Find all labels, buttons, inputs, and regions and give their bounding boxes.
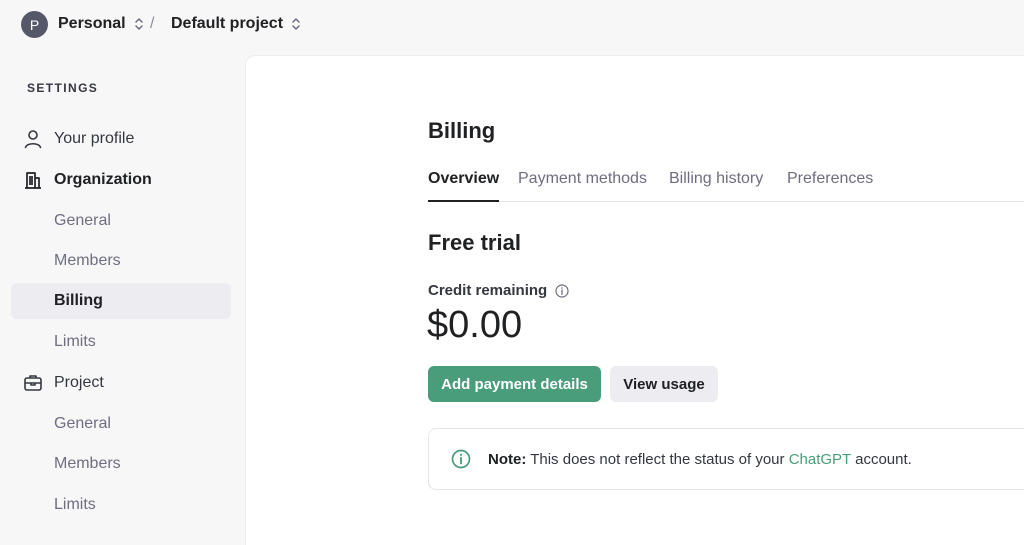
project-switcher[interactable]: Default project <box>171 15 301 33</box>
sidebar-item-label: General <box>54 415 111 432</box>
tab-billing-history[interactable]: Billing history <box>669 170 763 202</box>
chatgpt-link[interactable]: ChatGPT <box>789 451 851 468</box>
sidebar-item-organization[interactable]: Organization <box>11 162 231 198</box>
sidebar-item-your-profile[interactable]: Your profile <box>11 121 231 157</box>
credit-value: $0.00 <box>427 304 523 346</box>
sidebar-item-label: Limits <box>54 496 96 513</box>
tab-overview[interactable]: Overview <box>428 170 500 202</box>
person-icon <box>24 130 42 149</box>
note-prefix: Note: <box>488 451 527 468</box>
chevron-up-down-icon <box>134 18 143 30</box>
sidebar-item-label: Project <box>54 374 104 391</box>
sidebar-item-billing[interactable]: Billing <box>11 283 231 319</box>
sidebar-item-label: Billing <box>54 292 103 309</box>
chevron-up-down-icon <box>292 18 300 30</box>
view-usage-button[interactable]: View usage <box>610 366 718 402</box>
page-title: Billing <box>428 118 496 143</box>
sidebar-item-label: Members <box>54 252 121 269</box>
top-bar: P Personal / Default project <box>0 0 1024 52</box>
breadcrumb-separator: / <box>150 15 155 32</box>
sidebar-heading: SETTINGS <box>27 81 99 95</box>
sidebar-item-label: Limits <box>54 333 96 350</box>
note-box: Note: This does not reflect the status o… <box>428 428 1024 490</box>
credit-label-row: Credit remaining <box>428 282 569 299</box>
sidebar-item-project[interactable]: Project <box>11 365 231 401</box>
sidebar-item-project-general[interactable]: General <box>11 406 231 442</box>
note-text: Note: This does not reflect the status o… <box>488 451 912 468</box>
org-switcher[interactable]: Personal <box>58 15 144 33</box>
sidebar-item-label: Your profile <box>54 130 135 147</box>
info-icon[interactable] <box>555 283 569 298</box>
project-name: Default project <box>171 15 284 32</box>
sidebar-item-org-limits[interactable]: Limits <box>11 324 231 360</box>
tab-preferences[interactable]: Preferences <box>787 170 873 202</box>
org-name: Personal <box>58 15 126 32</box>
sidebar-item-label: Organization <box>54 171 152 188</box>
note-suffix: account. <box>850 451 912 468</box>
note-body: This does not reflect the status of your <box>526 451 789 468</box>
sidebar-item-org-general[interactable]: General <box>11 203 231 239</box>
plan-title: Free trial <box>428 230 521 255</box>
info-icon <box>451 449 471 469</box>
sidebar-item-label: Members <box>54 455 121 472</box>
sidebar-item-project-limits[interactable]: Limits <box>11 487 231 523</box>
credit-label: Credit remaining <box>428 282 548 299</box>
tab-payment-methods[interactable]: Payment methods <box>518 170 647 202</box>
billing-tabs: Overview Payment methods Billing history… <box>428 164 1024 202</box>
sidebar-item-label: General <box>54 212 111 229</box>
settings-sidebar: SETTINGS Your profile Organization Gener… <box>0 52 244 531</box>
sidebar-item-project-members[interactable]: Members <box>11 446 231 482</box>
sidebar-item-org-members[interactable]: Members <box>11 243 231 279</box>
org-avatar[interactable]: P <box>21 11 48 38</box>
briefcase-icon <box>24 375 42 391</box>
main-panel: Billing Overview Payment methods Billing… <box>245 55 1024 545</box>
building-icon <box>25 172 41 189</box>
add-payment-details-button[interactable]: Add payment details <box>428 366 601 402</box>
